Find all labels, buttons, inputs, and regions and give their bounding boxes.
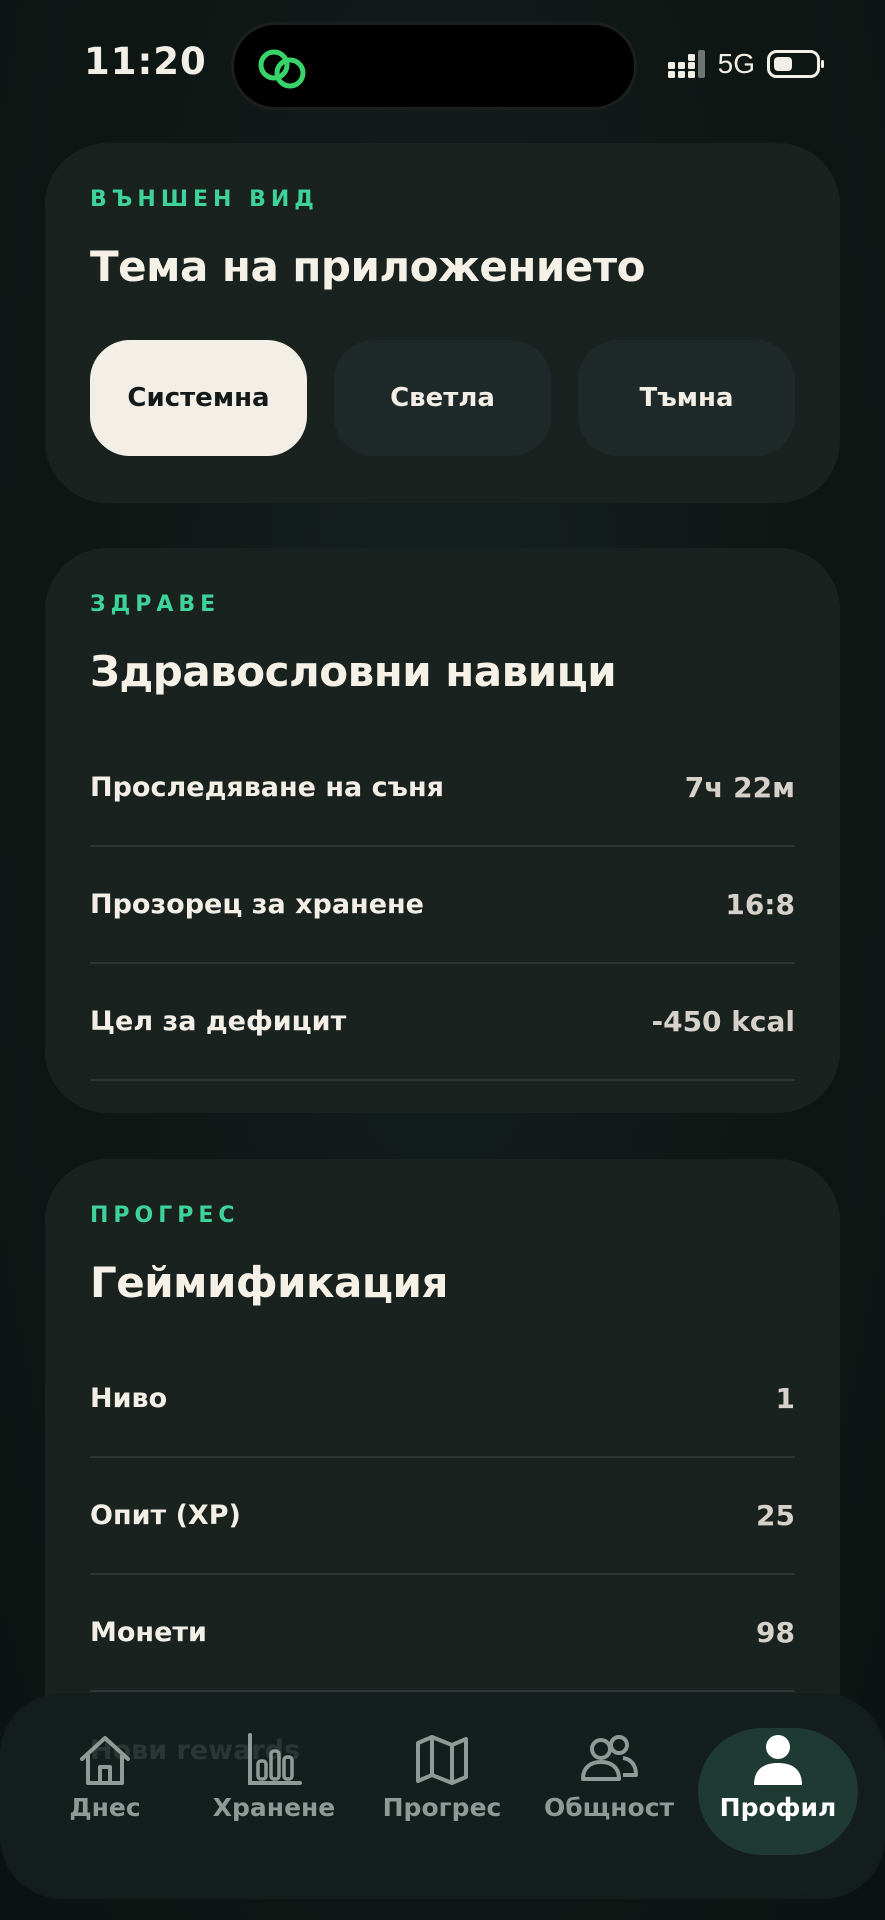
tab-today[interactable]: Днес [25,1733,185,1822]
row-value: 7ч 22м [684,771,795,804]
dynamic-island [231,22,637,110]
tab-label: Днес [69,1793,141,1822]
row-value: 25 [756,1499,795,1532]
appearance-eyebrow: ВЪНШЕН ВИД [90,187,319,212]
row-label: Цел за дефицит [90,1006,347,1037]
bottom-tab-bar: Нови rewards Днес Хранене Прогрес Общнос… [0,1693,885,1899]
network-type: 5G [717,48,755,79]
battery-icon [767,50,824,78]
appearance-card: ВЪНШЕН ВИД Тема на приложението Системна… [45,143,840,503]
health-rows: Проследяване на съня 7ч 22м Прозорец за … [90,730,795,1081]
sleep-tracking-row[interactable]: Проследяване на съня 7ч 22м [90,730,795,847]
status-bar: 11:20 5G [0,0,885,130]
row-label: Ниво [90,1383,168,1414]
home-icon [80,1736,130,1785]
progress-eyebrow: ПРОГРЕС [90,1203,240,1228]
tab-label: Общност [543,1793,675,1822]
health-eyebrow: ЗДРАВЕ [90,592,221,617]
row-label: Прозорец за хранене [90,889,424,920]
deficit-goal-row[interactable]: Цел за дефицит -450 kcal [90,964,795,1081]
tab-nutrition[interactable]: Хранене [194,1733,354,1822]
people-icon [581,1735,638,1781]
progress-title: Геймификация [90,1258,448,1307]
theme-option-system[interactable]: Системна [90,340,307,456]
row-value: 98 [756,1616,795,1649]
health-card: ЗДРАВЕ Здравословни навици Проследяване … [45,548,840,1113]
system-icons: 5G [667,48,825,80]
row-value: 16:8 [725,888,795,921]
xp-row[interactable]: Опит (XP) 25 [90,1458,795,1575]
bar-chart-icon [248,1733,302,1785]
level-row[interactable]: Ниво 1 [90,1341,795,1458]
user-icon [754,1735,802,1785]
health-title: Здравословни навици [90,647,617,696]
row-label: Проследяване на съня [90,772,444,803]
tab-community[interactable]: Общност [529,1733,689,1822]
status-time: 11:20 [84,40,207,83]
theme-option-light[interactable]: Светла [334,340,551,456]
theme-segmented-control: Системна Светла Тъмна [90,340,795,456]
coins-row[interactable]: Монети 98 [90,1575,795,1692]
eating-window-row[interactable]: Прозорец за хранене 16:8 [90,847,795,964]
signal-icon [667,50,705,78]
tab-profile[interactable]: Профил [698,1733,858,1822]
map-icon [416,1735,468,1785]
progress-rows: Ниво 1 Опит (XP) 25 Монети 98 [90,1341,795,1692]
row-label: Монети [90,1617,207,1648]
tab-progress[interactable]: Прогрес [362,1733,522,1822]
row-value: 1 [775,1382,795,1415]
theme-option-dark[interactable]: Тъмна [578,340,795,456]
row-value: -450 kcal [651,1005,795,1038]
tab-label: Хранене [212,1793,336,1822]
row-label: Опит (XP) [90,1500,241,1531]
appearance-title: Тема на приложението [90,242,645,291]
link-rings-icon [258,49,306,89]
tab-label: Прогрес [382,1793,502,1822]
tab-label: Профил [719,1793,837,1822]
